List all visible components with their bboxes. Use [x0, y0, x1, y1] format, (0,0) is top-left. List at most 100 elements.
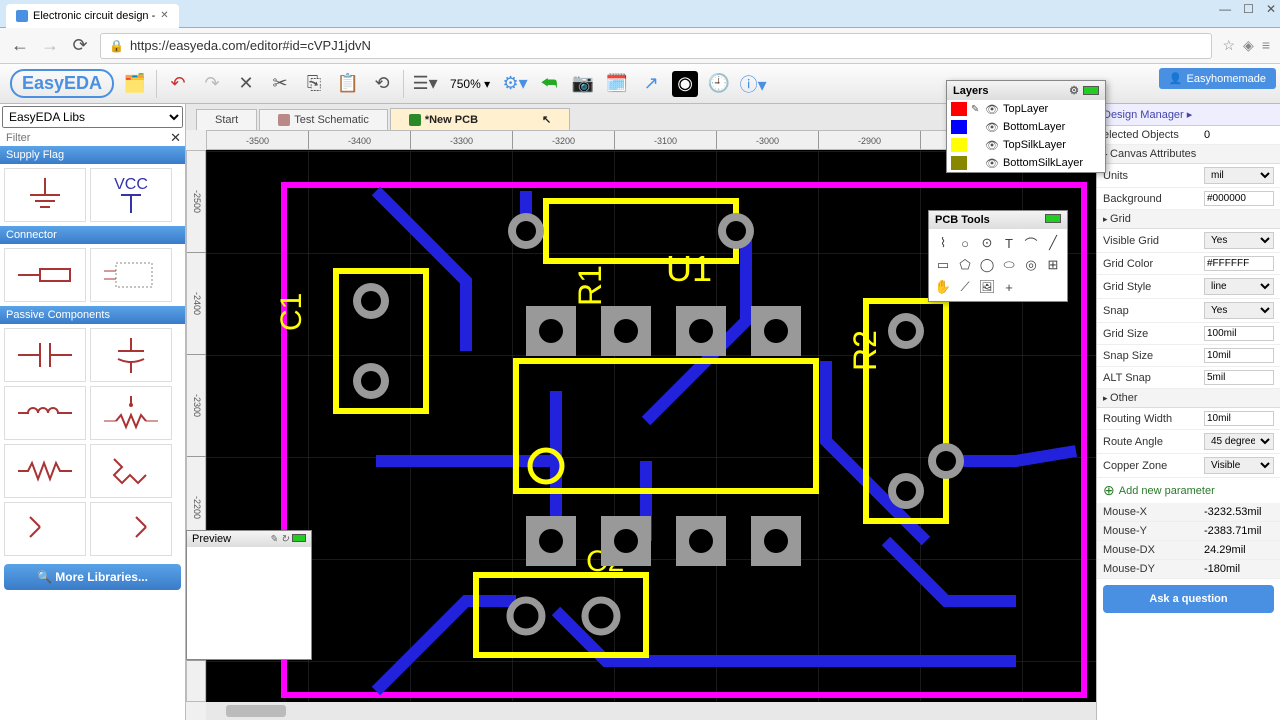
comp-cap[interactable] — [4, 328, 86, 382]
category-passive[interactable]: Passive Components — [0, 306, 185, 324]
comp-conn2[interactable] — [90, 248, 172, 302]
undo-icon[interactable]: ↶ — [165, 71, 191, 97]
delete-icon[interactable]: ✕ — [233, 71, 259, 97]
layer-row[interactable]: ✎👁TopLayer — [947, 100, 1105, 118]
poly-tool-icon[interactable]: ⬠ — [955, 255, 975, 275]
menu-icon[interactable]: ≡ — [1262, 37, 1270, 54]
zoom-select[interactable]: 750% ▾ — [446, 75, 494, 93]
eye-icon[interactable]: 👁 — [985, 103, 999, 116]
pad-tool-icon[interactable]: ○ — [955, 233, 975, 253]
open-icon[interactable]: 🗂️ — [122, 71, 148, 97]
back-icon[interactable]: ← — [10, 35, 30, 56]
help-icon[interactable]: ⓘ▾ — [740, 71, 766, 97]
grid-size-input[interactable] — [1204, 326, 1274, 341]
section-grid[interactable]: Grid — [1097, 210, 1280, 229]
text-tool-icon[interactable]: T — [999, 233, 1019, 253]
filter-input[interactable] — [4, 130, 170, 146]
redo-icon[interactable]: ↷ — [199, 71, 225, 97]
design-manager-link[interactable]: Design Manager ▸ — [1097, 104, 1280, 126]
forward-icon[interactable]: → — [40, 35, 60, 56]
refresh-icon[interactable]: ↻ — [281, 534, 289, 545]
copper-zone-select[interactable]: Visible — [1204, 457, 1274, 474]
background-input[interactable] — [1204, 191, 1274, 206]
pcb-tools-panel[interactable]: PCB Tools ⌇ ○ ⊙ T ⌒ ╱ ▭ ⬠ ◯ ⬭ ◎ ⊞ ✋ ⟋ 🖼 … — [928, 210, 1068, 302]
layers-settings-icon[interactable]: ⚙ — [1069, 84, 1079, 97]
routing-width-input[interactable] — [1204, 411, 1274, 426]
close-tab-icon[interactable]: ✕ — [160, 10, 168, 21]
snap-size-input[interactable] — [1204, 348, 1274, 363]
user-chip[interactable]: 👤 Easyhomemade — [1159, 68, 1276, 89]
via-tool-icon[interactable]: ⊙ — [977, 233, 997, 253]
line-tool-icon[interactable]: ╱ — [1043, 233, 1063, 253]
comp-inductor[interactable] — [4, 386, 86, 440]
ellipse-tool-icon[interactable]: ⬭ — [999, 255, 1019, 275]
alt-snap-input[interactable] — [1204, 370, 1274, 385]
tab-schematic[interactable]: Test Schematic — [259, 109, 388, 130]
bom-icon[interactable]: 🗓️ — [604, 71, 630, 97]
image-tool-icon[interactable]: 🖼 — [977, 277, 997, 297]
category-supply[interactable]: Supply Flag — [0, 146, 185, 164]
eye-icon[interactable]: 👁 — [985, 121, 999, 134]
libs-select[interactable]: EasyEDA Libs — [2, 106, 183, 128]
add-parameter-button[interactable]: Add new parameter — [1097, 478, 1280, 503]
paste-icon[interactable]: 📋 — [335, 71, 361, 97]
copy-icon[interactable]: ⎘ — [301, 71, 327, 97]
snap-select[interactable]: Yes — [1204, 302, 1274, 319]
pencil-icon[interactable]: ✎ — [269, 534, 277, 545]
share-icon[interactable]: ⮪ — [536, 71, 562, 97]
ring-tool-icon[interactable]: ◎ — [1021, 255, 1041, 275]
layer-row[interactable]: 👁BottomLayer — [947, 118, 1105, 136]
comp-vcc[interactable]: VCC — [90, 168, 172, 222]
hand-tool-icon[interactable]: ✋ — [933, 277, 953, 297]
tab-pcb[interactable]: *New PCB↖ — [390, 108, 570, 130]
maximize-icon[interactable]: ☐ — [1243, 2, 1254, 16]
minimize-icon[interactable]: — — [1219, 2, 1231, 16]
comp-conn1[interactable] — [4, 248, 86, 302]
layer-row[interactable]: 👁BottomSilkLayer — [947, 154, 1105, 172]
preview-panel[interactable]: Preview✎↻ — [186, 530, 312, 660]
browser-tab[interactable]: Electronic circuit design - ✕ — [6, 4, 179, 28]
comp-diode1[interactable] — [4, 502, 86, 556]
eye-icon[interactable]: 👁 — [985, 139, 999, 152]
flip-icon[interactable]: ⟲ — [369, 71, 395, 97]
arc-tool-icon[interactable]: ⌒ — [1021, 233, 1041, 253]
horizontal-scrollbar[interactable] — [206, 702, 1096, 720]
visible-grid-select[interactable]: Yes — [1204, 232, 1274, 249]
camera-icon[interactable]: 📷 — [570, 71, 596, 97]
category-connector[interactable]: Connector — [0, 226, 185, 244]
track-tool-icon[interactable]: ⌇ — [933, 233, 953, 253]
comp-diode2[interactable] — [90, 502, 172, 556]
route-angle-select[interactable]: 45 degree — [1204, 433, 1274, 450]
comp-res[interactable] — [4, 444, 86, 498]
align-icon[interactable]: ☰▾ — [412, 71, 438, 97]
section-canvas-attr[interactable]: Canvas Attributes — [1097, 145, 1280, 164]
cut-icon[interactable]: ✂ — [267, 71, 293, 97]
url-input[interactable]: 🔒 https://easyeda.com/editor#id=cVPJ1jdv… — [100, 33, 1212, 59]
steam-icon[interactable]: ◉ — [672, 71, 698, 97]
tab-start[interactable]: Start — [196, 109, 257, 130]
rect-tool-icon[interactable]: ▭ — [933, 255, 953, 275]
comp-cap-pol[interactable] — [90, 328, 172, 382]
section-other[interactable]: Other — [1097, 389, 1280, 408]
grid-color-input[interactable] — [1204, 256, 1274, 271]
units-select[interactable]: mil — [1204, 167, 1274, 184]
comp-gnd[interactable] — [4, 168, 86, 222]
comp-res2[interactable] — [90, 444, 172, 498]
measure-tool-icon[interactable]: ⟋ — [955, 277, 975, 297]
ask-question-button[interactable]: Ask a question — [1103, 585, 1274, 613]
layer-row[interactable]: 👁TopSilkLayer — [947, 136, 1105, 154]
history-icon[interactable]: 🕘 — [706, 71, 732, 97]
app-logo[interactable]: EasyEDA — [10, 69, 114, 98]
shield-icon[interactable]: ◈ — [1243, 37, 1254, 54]
circle-tool-icon[interactable]: ◯ — [977, 255, 997, 275]
star-icon[interactable]: ☆ — [1222, 37, 1235, 54]
eye-icon[interactable]: 👁 — [985, 157, 999, 170]
export-icon[interactable]: ↗ — [638, 71, 664, 97]
array-tool-icon[interactable]: ⊞ — [1043, 255, 1063, 275]
layers-panel[interactable]: Layers⚙ ✎👁TopLayer 👁BottomLayer 👁TopSilk… — [946, 80, 1106, 173]
grid-style-select[interactable]: line — [1204, 278, 1274, 295]
close-window-icon[interactable]: ✕ — [1266, 2, 1276, 16]
more-libraries-button[interactable]: 🔍 More Libraries... — [4, 564, 181, 590]
plus-tool-icon[interactable]: + — [999, 277, 1019, 297]
settings-icon[interactable]: ⚙▾ — [502, 71, 528, 97]
